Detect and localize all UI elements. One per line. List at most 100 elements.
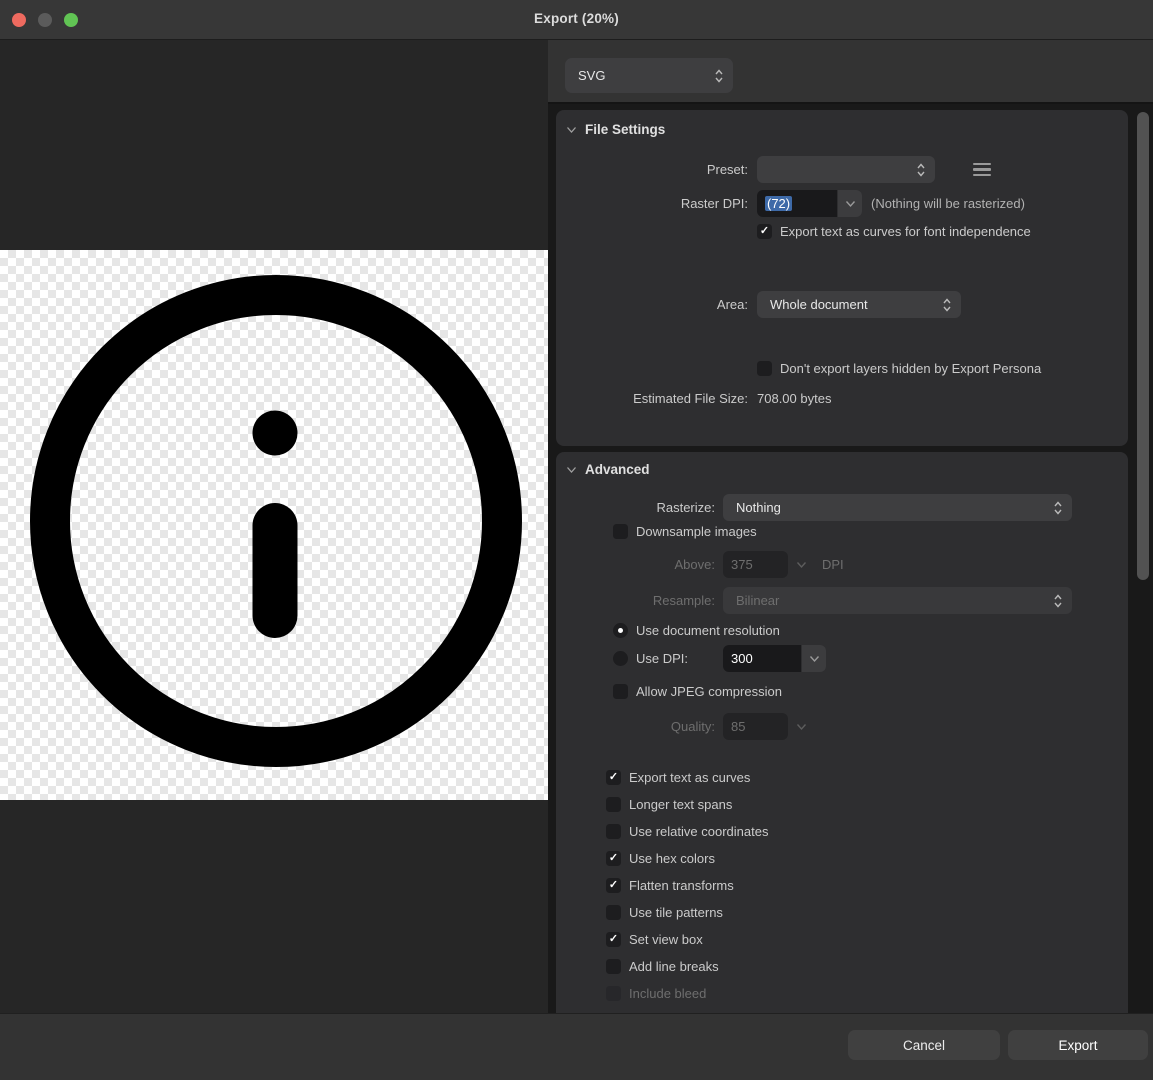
raster-dpi-label: Raster DPI: — [556, 196, 748, 211]
checkbox-label: Downsample images — [636, 524, 757, 539]
chevron-down-icon — [809, 655, 820, 663]
raster-dpi-row: Raster DPI: (72) (Nothing will be raster… — [556, 190, 1128, 217]
advanced-option-row[interactable]: Add line breaks — [556, 953, 1128, 980]
preset-row: Preset: — [556, 156, 1128, 183]
scrollbar-thumb[interactable] — [1137, 112, 1149, 580]
export-preview-document — [0, 250, 548, 800]
stepper-icon — [714, 67, 724, 84]
advanced-option-row[interactable]: Flatten transforms — [556, 872, 1128, 899]
checkbox-label: Don't export layers hidden by Export Per… — [780, 361, 1041, 376]
advanced-option-row[interactable]: Longer text spans — [556, 791, 1128, 818]
export-settings-column: SVG File Settings Preset: — [548, 40, 1153, 1013]
use-dpi-dropdown-button — [802, 645, 826, 672]
downsample-row: Downsample images — [556, 523, 1128, 540]
checkbox[interactable] — [606, 797, 621, 812]
quality-input: 85 — [723, 713, 788, 740]
stepper-icon — [942, 296, 952, 313]
preset-select[interactable] — [757, 156, 935, 183]
format-select-value: SVG — [578, 68, 605, 83]
above-dropdown-button — [789, 551, 813, 578]
above-value: 375 — [731, 557, 753, 572]
checkbox-label: Export text as curves — [629, 770, 750, 785]
checkbox-label: Flatten transforms — [629, 878, 734, 893]
above-unit: DPI — [822, 557, 844, 572]
quality-label: Quality: — [556, 719, 715, 734]
advanced-panel: Advanced Rasterize: Nothing Downsample i… — [556, 452, 1128, 1013]
format-bar: SVG — [548, 40, 1153, 104]
radio-button[interactable] — [613, 623, 628, 638]
file-settings-panel: File Settings Preset: Raster DPI: — [556, 110, 1128, 446]
rasterize-row: Rasterize: Nothing — [556, 494, 1128, 521]
radio-button[interactable] — [613, 651, 628, 666]
checkbox-label: Allow JPEG compression — [636, 684, 782, 699]
checkbox[interactable] — [606, 932, 621, 947]
use-doc-resolution-row: Use document resolution — [556, 622, 1128, 639]
advanced-option-row[interactable]: Use relative coordinates — [556, 818, 1128, 845]
resample-row: Resample: Bilinear — [556, 587, 1128, 614]
raster-dpi-note: (Nothing will be rasterized) — [871, 196, 1025, 211]
checkbox[interactable] — [606, 770, 621, 785]
export-button[interactable]: Export — [1008, 1030, 1148, 1060]
info-icon-artwork — [0, 250, 548, 800]
checkbox-label: Export text as curves for font independe… — [780, 224, 1031, 239]
checkbox[interactable] — [606, 851, 621, 866]
checkbox[interactable] — [606, 959, 621, 974]
advanced-option-row[interactable]: Use hex colors — [556, 845, 1128, 872]
checkbox[interactable] — [757, 224, 772, 239]
file-size-value: 708.00 bytes — [757, 391, 831, 406]
raster-dpi-value: (72) — [765, 196, 792, 211]
quality-dropdown-button — [789, 713, 813, 740]
section-title: File Settings — [585, 122, 665, 137]
rasterize-label: Rasterize: — [556, 500, 715, 515]
above-combo: 375 — [723, 551, 813, 578]
advanced-header[interactable]: Advanced — [566, 462, 650, 477]
use-dpi-combo: 300 — [723, 645, 826, 672]
advanced-option-row[interactable]: Export text as curves — [556, 764, 1128, 791]
checkbox-label: Use relative coordinates — [629, 824, 768, 839]
chevron-down-icon — [796, 561, 807, 569]
file-size-label: Estimated File Size: — [556, 391, 748, 406]
above-dpi-row: Above: 375 DPI — [556, 551, 1128, 578]
file-settings-header[interactable]: File Settings — [566, 122, 665, 137]
format-select[interactable]: SVG — [565, 58, 733, 93]
checkbox[interactable] — [606, 905, 621, 920]
checkbox[interactable] — [606, 824, 621, 839]
checkbox[interactable] — [757, 361, 772, 376]
chevron-down-icon — [796, 723, 807, 731]
raster-dpi-dropdown-button[interactable] — [838, 190, 862, 217]
advanced-option-row[interactable]: Use tile patterns — [556, 899, 1128, 926]
area-label: Area: — [556, 297, 748, 312]
cancel-button[interactable]: Cancel — [848, 1030, 1000, 1060]
jpeg-compression-row: Allow JPEG compression — [556, 683, 1128, 700]
section-title: Advanced — [585, 462, 650, 477]
checkbox-label: Set view box — [629, 932, 703, 947]
advanced-option-row[interactable]: Set view box — [556, 926, 1128, 953]
checkbox[interactable] — [613, 524, 628, 539]
dont-export-hidden-row: Don't export layers hidden by Export Per… — [556, 360, 1128, 377]
chevron-down-icon — [566, 126, 577, 134]
use-dpi-input: 300 — [723, 645, 801, 672]
checkbox-label: Longer text spans — [629, 797, 732, 812]
area-select-value: Whole document — [770, 297, 868, 312]
raster-dpi-combo: (72) — [757, 190, 862, 217]
checkbox[interactable] — [613, 684, 628, 699]
radio-label: Use document resolution — [636, 623, 780, 638]
quality-row: Quality: 85 — [556, 713, 1128, 740]
preset-menu-icon[interactable] — [973, 163, 991, 177]
raster-dpi-input[interactable]: (72) — [757, 190, 837, 217]
rasterize-select[interactable]: Nothing — [723, 494, 1072, 521]
radio-label: Use DPI: — [636, 651, 688, 666]
preset-label: Preset: — [556, 162, 748, 177]
stepper-icon — [1053, 592, 1063, 609]
resample-select: Bilinear — [723, 587, 1072, 614]
area-select[interactable]: Whole document — [757, 291, 961, 318]
export-text-curves-row: Export text as curves for font independe… — [556, 223, 1128, 240]
use-dpi-row: Use DPI: 300 — [556, 645, 1128, 672]
resample-label: Resample: — [556, 593, 715, 608]
checkbox — [606, 986, 621, 1001]
use-dpi-value: 300 — [731, 651, 753, 666]
dialog-footer: Cancel Export — [0, 1013, 1153, 1080]
checkbox[interactable] — [606, 878, 621, 893]
checkbox-label: Use hex colors — [629, 851, 715, 866]
window-title: Export (20%) — [0, 11, 1153, 26]
